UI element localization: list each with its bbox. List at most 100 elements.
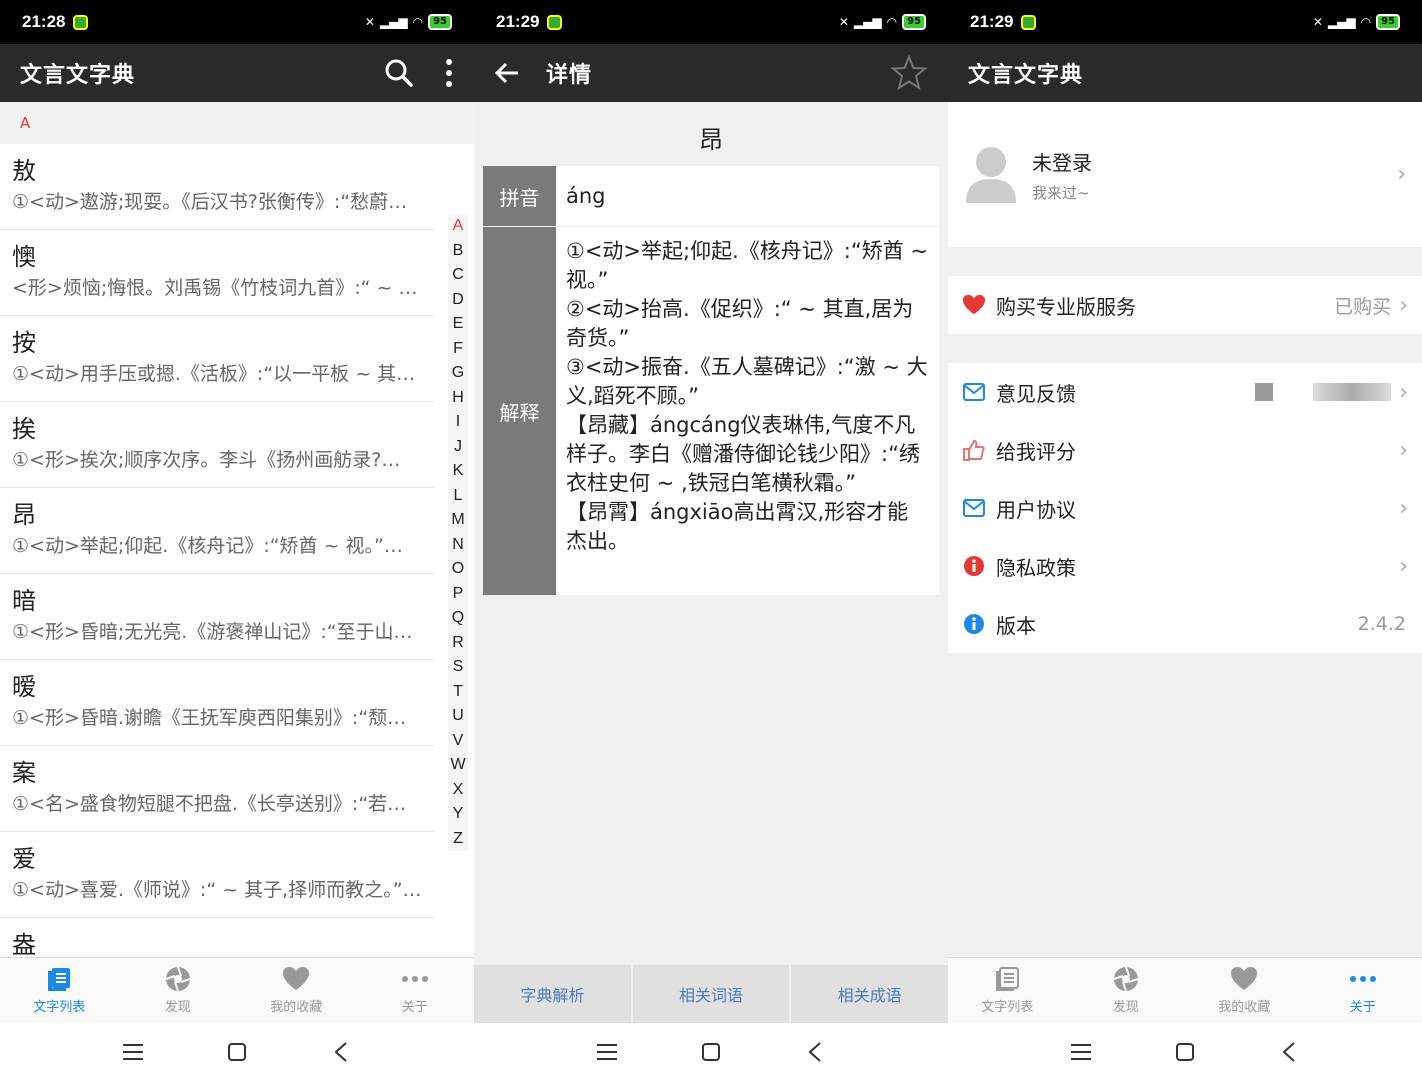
list-item-def: ①<动>举起;仰起.《核舟记》:“矫酋 ~ 视。”…: [12, 535, 403, 557]
index-letter[interactable]: Z: [453, 827, 463, 852]
index-letter[interactable]: M: [451, 508, 464, 533]
tab-related-words[interactable]: 相关词语: [633, 965, 792, 1023]
index-letter[interactable]: Q: [452, 606, 464, 631]
list-item-char: 盎: [12, 931, 36, 956]
heart-icon: [283, 967, 310, 990]
list-item[interactable]: 案 ①<名>盛食物短腿不把盘.《长亭送别》:“若…: [0, 746, 434, 832]
nav-discover[interactable]: 发现: [119, 958, 238, 1023]
index-letter[interactable]: D: [452, 288, 464, 313]
status-time: 21:29: [496, 12, 540, 31]
list-item[interactable]: 爱 ①<动>喜爱.《师说》:“ ~ 其子,择师而教之。”…: [0, 832, 434, 918]
star-icon[interactable]: [890, 55, 928, 91]
back-arrow-icon[interactable]: [494, 61, 520, 85]
list-item-def: ①<动>遨游;现耍。《后汉书?张衡传》:“愁蔚…: [12, 191, 408, 213]
mail-icon: [962, 380, 986, 404]
index-letter[interactable]: J: [454, 435, 462, 460]
back-icon[interactable]: [329, 1040, 353, 1064]
explain-line: ②<动>抬高.《促织》:“ ~ 其直,居为奇货。”: [566, 297, 914, 350]
search-icon[interactable]: [384, 58, 414, 88]
index-letter[interactable]: R: [452, 631, 464, 656]
feedback-row[interactable]: 意见反馈 ›: [948, 363, 1422, 421]
index-letter[interactable]: F: [453, 337, 463, 362]
index-letter[interactable]: O: [452, 557, 464, 582]
index-letter[interactable]: X: [453, 778, 464, 803]
index-letter[interactable]: P: [453, 582, 464, 607]
list-item-char: 挨: [12, 415, 36, 443]
profile-card[interactable]: 未登录 我来过~ ›: [948, 102, 1422, 247]
nav-label: 关于: [1349, 1000, 1376, 1015]
menu-icon[interactable]: [595, 1040, 619, 1064]
menu-icon[interactable]: [121, 1040, 145, 1064]
list-item[interactable]: 盎: [0, 918, 434, 956]
index-letter[interactable]: S: [453, 655, 464, 680]
rate-row[interactable]: 给我评分 ›: [948, 421, 1422, 479]
list-item[interactable]: 敖 ①<动>遨游;现耍。《后汉书?张衡传》:“愁蔚…: [0, 144, 434, 230]
tab-related-idioms[interactable]: 相关成语: [791, 965, 948, 1023]
privacy-row[interactable]: 隐私政策 ›: [948, 537, 1422, 595]
battery-icon: 95: [1376, 14, 1400, 30]
home-icon[interactable]: [225, 1040, 249, 1064]
buy-pro-row[interactable]: 购买专业版服务 已购买 ›: [948, 276, 1422, 334]
list-item-char: 按: [12, 329, 36, 357]
more-dots-icon: [401, 976, 428, 982]
profile-name: 未登录: [1032, 150, 1092, 175]
nav-label: 文字列表: [981, 1000, 1034, 1015]
agreement-row[interactable]: 用户协议 ›: [948, 479, 1422, 537]
index-letter[interactable]: L: [454, 484, 463, 509]
back-icon[interactable]: [803, 1040, 827, 1064]
tab-dictionary[interactable]: 字典解析: [474, 965, 633, 1023]
nav-favorites[interactable]: 我的收藏: [1185, 958, 1304, 1023]
list-item[interactable]: 暗 ①<形>昏暗;无光亮.《游褒禅山记》:“至于山…: [0, 574, 434, 660]
index-letter[interactable]: B: [453, 239, 464, 264]
list-item[interactable]: 按 ①<动>用手压或摁.《活板》:“以一平板 ~ 其…: [0, 316, 434, 402]
pinyin-value: áng: [566, 183, 606, 208]
book-list-icon: [48, 968, 71, 991]
nav-label: 关于: [401, 1000, 428, 1015]
nav-label: 我的收藏: [1218, 1000, 1271, 1015]
index-letter[interactable]: Y: [453, 802, 464, 827]
index-letter[interactable]: C: [452, 263, 464, 288]
mute-icon: ✕: [364, 15, 375, 29]
nav-word-list[interactable]: 文字列表: [0, 958, 119, 1023]
home-icon[interactable]: [1173, 1040, 1197, 1064]
wifi-icon: ◠: [886, 15, 898, 29]
index-letter[interactable]: I: [456, 410, 460, 435]
list-item[interactable]: 挨 ①<形>挨次;顺序次序。李斗《扬州画舫录?…: [0, 402, 434, 488]
info-red-icon: [962, 554, 986, 578]
explain-line: ③<动>振奋.《五人墓碑记》:“激 ~ 大义,蹈死不顾。”: [566, 355, 928, 408]
back-icon[interactable]: [1277, 1040, 1301, 1064]
system-nav: [948, 1023, 1422, 1080]
nav-label: 我的收藏: [270, 1000, 323, 1015]
index-letter[interactable]: K: [453, 459, 464, 484]
index-letter[interactable]: E: [453, 312, 464, 337]
list-item[interactable]: 懊 <形>烦恼;悔恨。刘禹锡《竹枝词九首》:“ ~ …: [0, 230, 434, 316]
detail-word: 昂: [699, 126, 723, 154]
index-letter[interactable]: W: [450, 753, 465, 778]
more-menu-icon[interactable]: [444, 58, 454, 88]
index-letter[interactable]: A: [453, 214, 464, 239]
alphabet-index[interactable]: ABCDEFGHIJKLMNOPQRSTUVWXYZ: [448, 214, 468, 851]
list-item[interactable]: 昂 ①<动>举起;仰起.《核舟记》:“矫酋 ~ 视。”…: [0, 488, 434, 574]
home-icon[interactable]: [699, 1040, 723, 1064]
signal-icon: ▂▄▆: [853, 15, 882, 29]
nav-word-list[interactable]: 文字列表: [948, 958, 1067, 1023]
index-letter[interactable]: T: [453, 680, 463, 705]
bottom-nav: 文字列表 发现 我的收藏 关于: [948, 957, 1422, 1023]
nav-discover[interactable]: 发现: [1067, 958, 1186, 1023]
nav-favorites[interactable]: 我的收藏: [237, 958, 356, 1023]
status-icons: ✕ ▂▄▆ ◠ 95: [365, 14, 452, 30]
list-item[interactable]: 暧 ①<形>昏暗.谢瞻《王抚军庾西阳集别》:“颓…: [0, 660, 434, 746]
index-letter[interactable]: V: [453, 729, 464, 754]
index-letter[interactable]: U: [452, 704, 464, 729]
index-letter[interactable]: G: [452, 361, 464, 386]
nav-about[interactable]: 关于: [356, 958, 475, 1023]
nav-about[interactable]: 关于: [1304, 958, 1422, 1023]
mail-icon: [962, 496, 986, 520]
wifi-icon: ◠: [412, 15, 424, 29]
menu-icon[interactable]: [1069, 1040, 1093, 1064]
index-letter[interactable]: N: [452, 533, 464, 558]
list-item-def: <形>烦恼;悔恨。刘禹锡《竹枝词九首》:“ ~ …: [12, 277, 418, 299]
index-letter[interactable]: H: [452, 386, 464, 411]
panel-word-list: 21:28 ✕ ▂▄▆ ◠ 95 文言文字典 A 敖 ①<动>遨游;现耍。《后汉书…: [0, 0, 474, 1080]
list-item-def: ①<动>用手压或摁.《活板》:“以一平板 ~ 其…: [12, 363, 416, 385]
